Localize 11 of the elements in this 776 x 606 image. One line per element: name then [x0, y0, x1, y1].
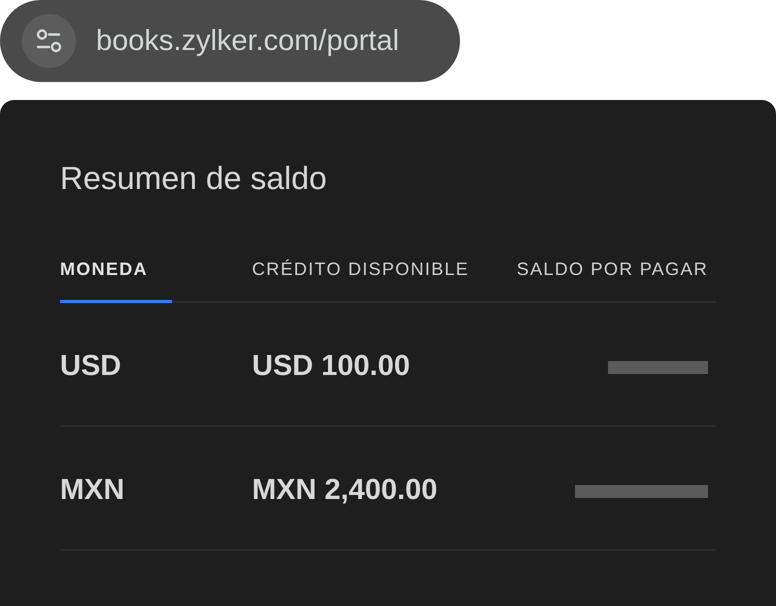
column-header[interactable]: CRÉDITO DISPONIBLE: [252, 258, 470, 303]
url-text: books.zylker.com/portal: [96, 26, 400, 56]
column-header[interactable]: SALDO POR PAGAR: [516, 258, 708, 303]
currency-cell-text: USD: [60, 349, 122, 384]
currency-cell-text: MXN: [60, 473, 126, 508]
sliders-icon[interactable]: [22, 14, 76, 68]
credit-cell-text: USD 100.00: [252, 349, 411, 384]
address-bar[interactable]: books.zylker.com/portal: [0, 0, 460, 82]
card-title: Resumen de saldo: [60, 160, 328, 196]
credit-cell-text: MXN 2,400.00: [252, 473, 438, 508]
column-header[interactable]: MONEDA: [60, 258, 172, 303]
